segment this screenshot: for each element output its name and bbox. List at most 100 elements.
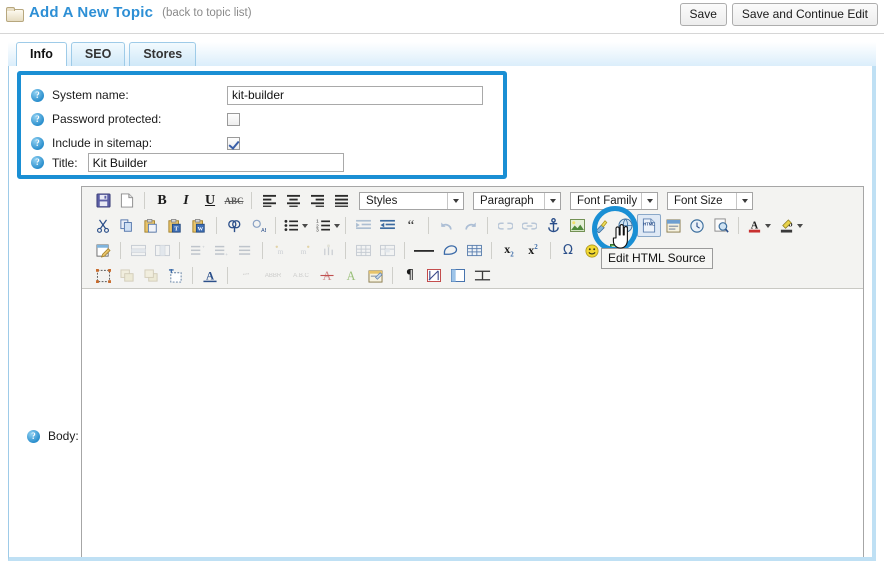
align-left-icon[interactable] — [257, 189, 281, 212]
copy-icon[interactable] — [115, 214, 139, 237]
help-icon[interactable]: ? — [27, 429, 40, 443]
body-label: Body: — [48, 429, 79, 443]
paragraph-select[interactable]: Paragraph — [473, 191, 561, 210]
svg-text:+: + — [225, 252, 228, 257]
insert-image-icon[interactable] — [565, 214, 589, 237]
include-in-sitemap-checkbox[interactable] — [227, 136, 240, 150]
layer-back-icon[interactable] — [115, 264, 139, 287]
insert-row-before-icon[interactable]: + — [185, 239, 209, 262]
underline-icon[interactable]: U — [198, 189, 222, 212]
delete-row-2-icon[interactable] — [233, 239, 257, 262]
unlink-icon[interactable] — [493, 214, 517, 237]
chevron-down-icon[interactable] — [765, 223, 771, 228]
help-icon[interactable]: ? — [31, 156, 44, 169]
delete-text-icon[interactable]: A — [315, 264, 339, 287]
cut-icon[interactable] — [91, 214, 115, 237]
remove-formatting-icon[interactable] — [438, 239, 462, 262]
undo-icon[interactable] — [434, 214, 458, 237]
chevron-down-icon[interactable] — [736, 192, 752, 209]
back-to-topic-list-link[interactable]: (back to topic list) — [162, 7, 251, 19]
absolute-position-icon[interactable]: A — [198, 264, 222, 287]
insert-layer-icon[interactable] — [163, 264, 187, 287]
preview-icon[interactable] — [709, 214, 733, 237]
paste-from-word-icon[interactable]: W — [187, 214, 211, 237]
insert-text-icon[interactable]: A — [339, 264, 363, 287]
chevron-down-icon[interactable] — [641, 192, 657, 209]
insert-date-icon[interactable] — [685, 214, 709, 237]
align-justify-icon[interactable] — [329, 189, 353, 212]
citation-icon[interactable]: “” — [233, 264, 259, 287]
indent-icon[interactable] — [375, 214, 399, 237]
toggle-toolbars-icon[interactable] — [446, 264, 470, 287]
header-actions: Save Save and Continue Edit — [679, 3, 878, 26]
tab-info[interactable]: Info — [16, 42, 67, 67]
find-icon[interactable] — [222, 214, 246, 237]
tab-seo[interactable]: SEO — [70, 42, 126, 66]
edit-css-icon[interactable] — [91, 239, 115, 262]
cell-properties-icon[interactable] — [375, 239, 399, 262]
numbered-list-icon[interactable]: 123 — [313, 214, 333, 237]
chevron-down-icon[interactable] — [334, 223, 340, 228]
font-family-select[interactable]: Font Family — [570, 191, 658, 210]
text-color-icon[interactable]: A — [744, 214, 764, 237]
editor-content-area[interactable] — [82, 291, 863, 557]
redo-icon[interactable] — [458, 214, 482, 237]
chevron-down-icon[interactable] — [447, 192, 463, 209]
special-character-icon[interactable]: Ω — [556, 239, 580, 262]
italic-icon[interactable]: I — [174, 189, 198, 212]
insert-nonbreaking-icon[interactable] — [422, 264, 446, 287]
system-name-input[interactable] — [227, 85, 483, 105]
merge-cells-icon[interactable]: m — [268, 239, 292, 262]
password-protected-checkbox[interactable] — [227, 112, 240, 126]
bullet-list-icon[interactable] — [281, 214, 301, 237]
show-invisible-icon[interactable]: ¶ — [398, 264, 422, 287]
find-replace-icon[interactable]: AB — [246, 214, 270, 237]
insert-page-break-icon[interactable] — [470, 264, 494, 287]
background-color-icon[interactable]: ab — [776, 214, 796, 237]
table-icon[interactable] — [462, 239, 486, 262]
toolbar-separator — [550, 242, 551, 259]
align-right-icon[interactable] — [305, 189, 329, 212]
new-document-icon[interactable] — [115, 189, 139, 212]
outdent-icon[interactable] — [351, 214, 375, 237]
delete-row-icon[interactable] — [126, 239, 150, 262]
abbreviation-icon[interactable]: ABBR — [259, 264, 287, 287]
save-icon[interactable] — [91, 189, 115, 212]
align-center-icon[interactable] — [281, 189, 305, 212]
bold-icon[interactable]: B — [150, 189, 174, 212]
subscript-icon[interactable]: x2 — [497, 239, 521, 262]
table-properties-icon[interactable] — [316, 239, 340, 262]
row-properties-icon[interactable] — [351, 239, 375, 262]
styles-select[interactable]: Styles — [359, 191, 464, 210]
select-all-icon[interactable] — [91, 264, 115, 287]
chevron-down-icon[interactable] — [797, 223, 803, 228]
chevron-down-icon[interactable] — [544, 192, 560, 209]
horizontal-rule-icon[interactable] — [410, 239, 438, 262]
attributes-icon[interactable] — [363, 264, 387, 287]
link-icon[interactable] — [517, 214, 541, 237]
blockquote-icon[interactable]: “ — [399, 214, 423, 237]
save-and-continue-edit-button[interactable]: Save and Continue Edit — [731, 3, 878, 26]
insert-template-icon[interactable] — [661, 214, 685, 237]
help-icon[interactable]: ? — [31, 112, 44, 126]
layer-forward-icon[interactable] — [139, 264, 163, 287]
help-icon[interactable]: ? — [31, 136, 44, 150]
edit-html-source-icon[interactable]: HTML — [637, 214, 661, 237]
anchor-icon[interactable] — [541, 214, 565, 237]
acronym-icon[interactable]: A.B.C — [287, 264, 315, 287]
insert-media-icon[interactable] — [613, 214, 637, 237]
paste-icon[interactable] — [139, 214, 163, 237]
help-icon[interactable]: ? — [31, 88, 44, 102]
font-size-select[interactable]: Font Size — [667, 191, 753, 210]
paste-as-text-icon[interactable]: T — [163, 214, 187, 237]
delete-column-icon[interactable] — [150, 239, 174, 262]
superscript-icon[interactable]: x2 — [521, 239, 545, 262]
cleanup-icon[interactable] — [589, 214, 613, 237]
strikethrough-icon[interactable]: ABC — [222, 189, 246, 212]
chevron-down-icon[interactable] — [302, 223, 308, 228]
insert-row-after-icon[interactable]: + — [209, 239, 233, 262]
save-button[interactable]: Save — [679, 3, 727, 26]
split-cells-icon[interactable]: m — [292, 239, 316, 262]
tab-stores[interactable]: Stores — [129, 42, 197, 66]
title-input[interactable] — [87, 153, 344, 172]
